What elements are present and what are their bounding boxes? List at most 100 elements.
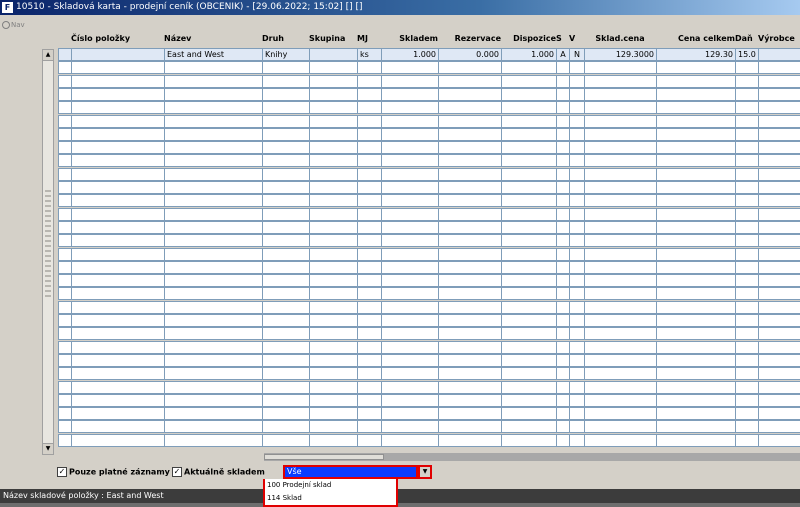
cell-stock-price[interactable]	[584, 327, 657, 340]
cell-v-flag[interactable]	[569, 287, 585, 300]
column-header-group[interactable]: Skupina	[309, 33, 357, 45]
dropdown-option[interactable]: 114 Sklad	[265, 492, 396, 505]
cell-tax[interactable]	[735, 181, 759, 194]
cell-in-stock[interactable]	[381, 115, 439, 128]
column-header-available[interactable]: Dispozice	[501, 33, 556, 45]
cell-available[interactable]	[501, 128, 557, 141]
cell-name[interactable]	[164, 434, 263, 447]
cell-name[interactable]	[164, 381, 263, 394]
column-header-total-price[interactable]: Cena celkem	[656, 33, 735, 45]
cell-item-number[interactable]	[71, 381, 165, 394]
cell-v-flag[interactable]	[569, 181, 585, 194]
cell-in-stock[interactable]	[381, 314, 439, 327]
cell-manufacturer[interactable]	[758, 381, 800, 394]
cell-s-flag[interactable]	[556, 367, 570, 380]
cell-total-price[interactable]	[656, 248, 736, 261]
cell-select[interactable]	[58, 128, 72, 141]
cell-reserved[interactable]	[438, 287, 502, 300]
cell-name[interactable]	[164, 341, 263, 354]
in-stock-checkbox[interactable]: ✓	[172, 467, 182, 477]
cell-stock-price[interactable]	[584, 61, 657, 74]
cell-unit[interactable]	[357, 420, 382, 433]
cell-unit[interactable]	[357, 221, 382, 234]
cell-name[interactable]	[164, 208, 263, 221]
cell-available[interactable]	[501, 234, 557, 247]
cell-total-price[interactable]	[656, 341, 736, 354]
cell-type[interactable]	[262, 394, 310, 407]
cell-available[interactable]	[501, 181, 557, 194]
cell-available[interactable]	[501, 341, 557, 354]
cell-reserved[interactable]	[438, 394, 502, 407]
cell-total-price[interactable]	[656, 314, 736, 327]
cell-item-number[interactable]	[71, 341, 165, 354]
cell-total-price[interactable]	[656, 154, 736, 167]
cell-tax[interactable]	[735, 234, 759, 247]
cell-in-stock[interactable]	[381, 420, 439, 433]
cell-manufacturer[interactable]	[758, 261, 800, 274]
cell-select[interactable]	[58, 248, 72, 261]
cell-total-price[interactable]	[656, 115, 736, 128]
cell-tax[interactable]	[735, 154, 759, 167]
cell-group[interactable]	[309, 194, 358, 207]
cell-select[interactable]	[58, 314, 72, 327]
cell-v-flag[interactable]	[569, 274, 585, 287]
cell-select[interactable]	[58, 194, 72, 207]
cell-select[interactable]	[58, 434, 72, 447]
cell-s-flag[interactable]	[556, 141, 570, 154]
cell-name[interactable]	[164, 88, 263, 101]
cell-manufacturer[interactable]	[758, 327, 800, 340]
cell-in-stock[interactable]	[381, 88, 439, 101]
cell-group[interactable]	[309, 61, 358, 74]
cell-item-number[interactable]	[71, 115, 165, 128]
cell-select[interactable]	[58, 115, 72, 128]
cell-unit[interactable]	[357, 287, 382, 300]
cell-group[interactable]	[309, 434, 358, 447]
cell-total-price[interactable]	[656, 407, 736, 420]
cell-name[interactable]	[164, 234, 263, 247]
cell-total-price[interactable]	[656, 381, 736, 394]
cell-v-flag[interactable]	[569, 141, 585, 154]
cell-select[interactable]	[58, 234, 72, 247]
cell-s-flag[interactable]	[556, 381, 570, 394]
cell-item-number[interactable]	[71, 314, 165, 327]
cell-total-price[interactable]	[656, 261, 736, 274]
cell-reserved[interactable]	[438, 367, 502, 380]
cell-tax[interactable]	[735, 354, 759, 367]
cell-reserved[interactable]	[438, 314, 502, 327]
cell-manufacturer[interactable]	[758, 181, 800, 194]
column-header-manufacturer[interactable]: Výrobce	[758, 33, 800, 45]
cell-tax[interactable]	[735, 168, 759, 181]
cell-group[interactable]	[309, 115, 358, 128]
cell-in-stock[interactable]	[381, 61, 439, 74]
cell-manufacturer[interactable]	[758, 407, 800, 420]
cell-manufacturer[interactable]	[758, 141, 800, 154]
cell-reserved[interactable]	[438, 221, 502, 234]
cell-in-stock[interactable]	[381, 434, 439, 447]
cell-available[interactable]	[501, 88, 557, 101]
cell-group[interactable]	[309, 154, 358, 167]
cell-unit[interactable]	[357, 141, 382, 154]
cell-type[interactable]	[262, 168, 310, 181]
cell-select[interactable]	[58, 301, 72, 314]
cell-type[interactable]	[262, 101, 310, 114]
cell-tax[interactable]	[735, 101, 759, 114]
cell-available[interactable]	[501, 168, 557, 181]
cell-type[interactable]	[262, 141, 310, 154]
cell-available[interactable]	[501, 274, 557, 287]
cell-s-flag[interactable]	[556, 168, 570, 181]
cell-unit[interactable]	[357, 301, 382, 314]
cell-type[interactable]	[262, 234, 310, 247]
cell-unit[interactable]	[357, 314, 382, 327]
cell-available[interactable]	[501, 115, 557, 128]
cell-group[interactable]	[309, 261, 358, 274]
cell-unit[interactable]	[357, 394, 382, 407]
cell-unit[interactable]	[357, 234, 382, 247]
cell-manufacturer[interactable]	[758, 75, 800, 88]
cell-group[interactable]	[309, 381, 358, 394]
cell-type[interactable]	[262, 341, 310, 354]
cell-item-number[interactable]	[71, 407, 165, 420]
cell-manufacturer[interactable]	[758, 394, 800, 407]
cell-type[interactable]	[262, 154, 310, 167]
cell-stock-price[interactable]	[584, 168, 657, 181]
cell-name[interactable]	[164, 407, 263, 420]
